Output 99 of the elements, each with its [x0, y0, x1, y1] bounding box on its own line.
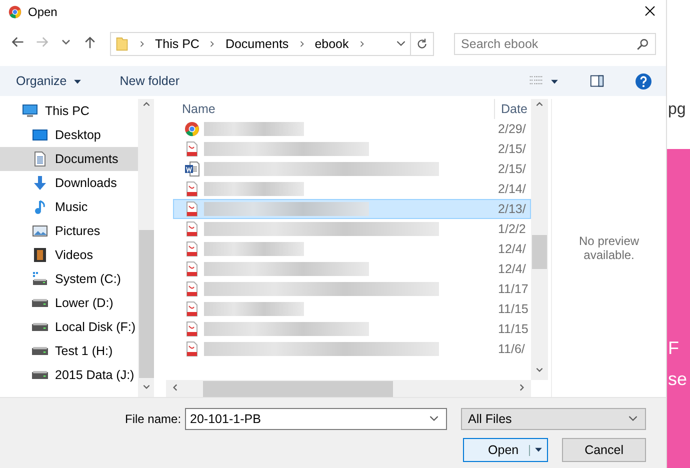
date-cell-text: 2/29/ — [498, 122, 527, 136]
nav-item[interactable]: Downloads — [0, 171, 138, 195]
up-arrow-icon — [83, 35, 97, 49]
file-row[interactable]: 11/15 — [173, 319, 532, 339]
pdf-file-icon — [184, 341, 200, 357]
file-row[interactable]: 2/14/ — [173, 179, 532, 199]
banner-text: F — [668, 338, 680, 359]
pdf-file-icon — [184, 201, 200, 217]
chrome-logo-icon — [8, 5, 22, 19]
music-note-icon — [32, 199, 48, 215]
file-type-dropdown[interactable]: All Files — [461, 408, 646, 430]
nav-item[interactable]: Music — [0, 195, 138, 219]
pdf-file-icon — [184, 181, 200, 197]
drive-icon — [32, 299, 48, 307]
date-cell-text: 11/15 — [498, 322, 530, 336]
file-row[interactable]: 2/13/ — [173, 199, 532, 219]
address-bar[interactable]: This PC Documents ebook — [110, 32, 434, 56]
file-row[interactable]: 2/15/ — [173, 159, 532, 179]
scroll-up-icon — [142, 100, 150, 109]
date-cell-text: 12/4/ — [498, 242, 527, 256]
back-icon — [11, 35, 25, 49]
nav-item[interactable]: Videos — [0, 243, 138, 267]
nav-item[interactable]: Desktop — [0, 123, 138, 147]
file-row[interactable]: 11/17 — [173, 279, 532, 299]
cancel-button[interactable]: Cancel — [562, 438, 646, 462]
banner-text: se — [668, 369, 688, 390]
file-row[interactable]: 2/29/ — [173, 119, 532, 139]
scrollbar-thumb[interactable] — [532, 235, 548, 269]
nav-item[interactable]: System (C:) — [0, 267, 138, 291]
pdf-file-icon — [184, 301, 200, 317]
open-button[interactable]: Open — [463, 438, 548, 462]
date-cell-text: 11/17 — [498, 282, 530, 296]
new-folder-button[interactable]: New folder — [116, 72, 184, 90]
drive-icon — [32, 347, 48, 355]
drive-icon — [32, 323, 48, 331]
film-icon — [32, 247, 48, 263]
nav-item[interactable]: Test 1 (H:) — [0, 339, 138, 363]
page-text: pg — [668, 101, 686, 118]
date-cell-text: 12/4/ — [498, 262, 527, 276]
preview-message: No preview available. — [578, 234, 640, 262]
scroll-down-icon — [142, 382, 150, 391]
down-arrow-icon — [32, 175, 48, 191]
file-row[interactable]: 12/4/ — [173, 239, 532, 259]
breadcrumb-item[interactable]: Documents — [225, 37, 289, 51]
date-cell-text: 11/15 — [498, 302, 530, 316]
file-row[interactable]: 12/4/ — [173, 259, 532, 279]
breadcrumb-item[interactable]: ebook — [314, 37, 349, 51]
file-row[interactable]: 2/15/ — [173, 139, 532, 159]
field-label: File name: — [125, 412, 182, 426]
scroll-down-icon — [535, 365, 544, 374]
scroll-up-icon — [535, 100, 544, 109]
desktop-icon — [32, 127, 48, 143]
drive-icon — [32, 371, 48, 379]
scrollbar-thumb[interactable] — [138, 230, 154, 378]
window-title: Open — [28, 5, 58, 19]
scroll-right-icon — [517, 382, 526, 392]
chrome-logo-icon — [184, 121, 200, 137]
folder-icon — [115, 36, 129, 52]
file-row[interactable]: 11/15 — [173, 299, 532, 319]
monitor-icon — [22, 103, 38, 119]
nav-item[interactable]: 2015 Data (J:) — [0, 363, 138, 387]
column-header[interactable]: Name — [173, 99, 496, 119]
pdf-file-icon — [184, 241, 200, 257]
file-name-input[interactable]: 20-101-1-PB — [186, 409, 422, 429]
close-icon — [644, 5, 656, 17]
search-icon — [636, 38, 650, 50]
pdf-file-icon — [184, 221, 200, 237]
refresh-icon — [416, 38, 428, 50]
date-cell-text: 2/13/ — [498, 202, 527, 216]
nav-item[interactable]: Local Disk (F:) — [0, 315, 138, 339]
drive-icon — [32, 271, 48, 287]
word-file-icon — [184, 161, 200, 177]
help-icon — [635, 72, 652, 90]
file-row[interactable]: 1/2/2 — [173, 219, 532, 239]
document-icon — [32, 151, 48, 167]
nav-item[interactable]: Pictures — [0, 219, 138, 243]
pdf-file-icon — [184, 261, 200, 277]
nav-item[interactable]: This PC — [0, 99, 138, 123]
nav-item[interactable]: Lower (D:) — [0, 291, 138, 315]
search-field[interactable]: Search ebook — [454, 33, 656, 55]
nav-item[interactable]: Documents — [0, 147, 138, 171]
date-cell-text: 2/15/ — [498, 142, 527, 156]
file-name-field[interactable]: 20-101-1-PB — [185, 408, 448, 430]
breadcrumb-item[interactable]: This PC — [155, 37, 200, 51]
scroll-left-icon — [171, 382, 180, 392]
scrollbar-thumb[interactable] — [203, 380, 393, 396]
file-row[interactable]: 11/6/ — [173, 339, 532, 359]
date-cell-text: 1/2/2 — [498, 222, 527, 236]
organize-button[interactable]: Organize — [12, 72, 86, 90]
pdf-file-icon — [184, 141, 200, 157]
pane-icon — [589, 74, 606, 88]
pdf-file-icon — [184, 321, 200, 337]
picture-icon — [32, 223, 48, 239]
pdf-file-icon — [184, 281, 200, 297]
column-header[interactable]: Date — [495, 99, 532, 119]
date-cell-text: 2/14/ — [498, 182, 527, 196]
forward-icon — [35, 35, 49, 49]
date-cell-text: 2/15/ — [498, 162, 527, 176]
date-cell-text: 11/6/ — [498, 342, 526, 356]
